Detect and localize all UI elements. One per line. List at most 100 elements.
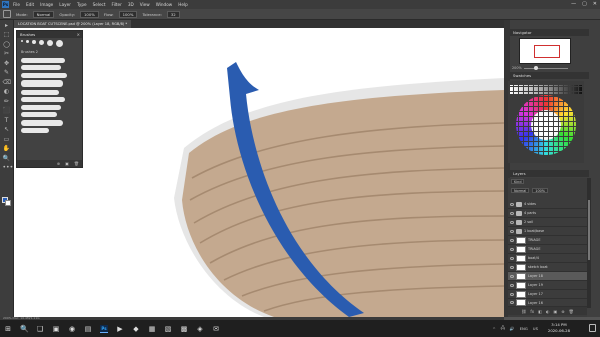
media-icon[interactable]: ▶ bbox=[116, 325, 124, 333]
menu-filter[interactable]: Filter bbox=[111, 2, 121, 7]
network-icon[interactable]: 🖧 bbox=[501, 325, 505, 332]
menu-select[interactable]: Select bbox=[93, 2, 106, 7]
search-icon[interactable]: 🔍 bbox=[20, 325, 29, 333]
menu-type[interactable]: Type bbox=[77, 2, 87, 7]
navigator-zoom[interactable]: 200% bbox=[512, 66, 522, 70]
photoshop-logo-icon[interactable]: Ps bbox=[2, 1, 9, 8]
visibility-eye-icon[interactable] bbox=[510, 247, 514, 251]
brush-stroke-preview[interactable] bbox=[21, 112, 57, 117]
layer-kind-filter[interactable]: Kind bbox=[511, 179, 525, 184]
dodge-tool-icon[interactable]: ◐ bbox=[3, 88, 11, 96]
tool-preset-icon[interactable] bbox=[3, 10, 11, 18]
brush-folder[interactable]: Brushes 2 bbox=[17, 49, 82, 55]
menu-window[interactable]: Window bbox=[156, 2, 173, 7]
background-color-swatch[interactable] bbox=[5, 200, 11, 206]
layer-row[interactable]: Layer 17 bbox=[508, 290, 587, 299]
brush-preset-dot[interactable] bbox=[26, 40, 29, 43]
taskbar-clock[interactable]: 3:14 PM 2020-06-28 bbox=[548, 322, 570, 334]
layer-row[interactable]: Layer 16 bbox=[508, 299, 587, 307]
new-brush-icon[interactable]: ⊕ bbox=[57, 161, 60, 166]
brush-tool-icon[interactable]: ✎ bbox=[3, 69, 11, 77]
visibility-eye-icon[interactable] bbox=[510, 211, 514, 215]
opacity-field[interactable]: 100% bbox=[79, 10, 99, 18]
menu-layer[interactable]: Layer bbox=[59, 2, 71, 7]
navigator-preview[interactable] bbox=[519, 38, 571, 64]
mode-select[interactable]: Normal bbox=[32, 10, 55, 18]
more-tools-icon[interactable]: ••• bbox=[3, 164, 14, 172]
pen-tool-icon[interactable]: ✏ bbox=[3, 98, 11, 106]
lasso-tool-icon[interactable]: ◯ bbox=[3, 41, 11, 49]
brush-stroke-preview[interactable] bbox=[21, 72, 67, 78]
visibility-eye-icon[interactable] bbox=[510, 292, 514, 296]
menu-edit[interactable]: Edit bbox=[26, 2, 34, 7]
app-icon[interactable]: ▤ bbox=[84, 325, 92, 333]
navigator-zoom-slider[interactable] bbox=[524, 67, 568, 69]
tray-overflow-icon[interactable]: ^ bbox=[492, 326, 495, 331]
visibility-eye-icon[interactable] bbox=[510, 283, 514, 287]
healing-tool-icon[interactable]: ✥ bbox=[3, 60, 11, 68]
layer-opacity-field[interactable]: 100% bbox=[532, 188, 548, 193]
new-group-icon[interactable]: ▣ bbox=[65, 161, 69, 166]
menu-3d[interactable]: 3D bbox=[128, 2, 134, 7]
new-layer-icon[interactable]: ⊕ bbox=[561, 309, 564, 314]
shape-tool-icon[interactable]: ▭ bbox=[3, 136, 11, 144]
notification-center-icon[interactable] bbox=[589, 324, 596, 332]
blend-mode-select[interactable]: Normal bbox=[511, 188, 530, 193]
move-tool-icon[interactable]: ▸ bbox=[3, 22, 11, 30]
layer-row[interactable]: TRIAGE bbox=[508, 245, 587, 254]
visibility-eye-icon[interactable] bbox=[510, 238, 514, 242]
layer-row[interactable]: Layer 19 bbox=[508, 281, 587, 290]
minimize-icon[interactable]: — bbox=[571, 1, 576, 7]
document-tab[interactable]: LOCATION BOAT CUTSCENE.psd @ 200% (Layer… bbox=[14, 20, 132, 28]
layer-row[interactable]: TRIAGE bbox=[508, 236, 587, 245]
brush-preset-dot[interactable] bbox=[47, 40, 53, 46]
layer-row[interactable]: sketch boat bbox=[508, 263, 587, 272]
brush-preset-dot[interactable] bbox=[32, 40, 36, 44]
mail-icon[interactable]: ✉ bbox=[212, 325, 220, 333]
close-panel-icon[interactable]: × bbox=[77, 31, 80, 38]
delete-brush-icon[interactable]: 🗑 bbox=[74, 161, 79, 166]
brush-stroke-preview[interactable] bbox=[21, 65, 61, 70]
zoom-tool-icon[interactable]: 🔍 bbox=[3, 155, 11, 163]
brush-preset-dot[interactable] bbox=[21, 40, 23, 42]
brush-stroke-preview[interactable] bbox=[21, 119, 63, 126]
visibility-eye-icon[interactable] bbox=[510, 301, 514, 304]
document-canvas[interactable] bbox=[14, 28, 504, 317]
layer-row[interactable]: boat/4 bbox=[508, 254, 587, 263]
app-icon[interactable]: ◆ bbox=[132, 325, 140, 333]
tolerance-field[interactable]: 32 bbox=[166, 10, 180, 18]
layers-scrollbar-thumb[interactable] bbox=[588, 200, 590, 260]
app-icon[interactable]: ◈ bbox=[196, 325, 204, 333]
brush-stroke-preview[interactable] bbox=[21, 80, 63, 87]
path-select-tool-icon[interactable]: ↖ bbox=[3, 126, 11, 134]
photoshop-taskbar-icon[interactable]: Ps bbox=[100, 324, 108, 333]
flow-field[interactable]: 100% bbox=[118, 10, 138, 18]
link-layers-icon[interactable]: ⛓ bbox=[521, 309, 526, 314]
brush-stroke-preview[interactable] bbox=[21, 97, 65, 102]
visibility-eye-icon[interactable] bbox=[510, 220, 514, 224]
brush-preset-dot[interactable] bbox=[56, 40, 63, 47]
layer-row[interactable]: 2 sail bbox=[508, 218, 587, 227]
browser-icon[interactable]: ◉ bbox=[68, 325, 76, 333]
file-explorer-icon[interactable]: ▣ bbox=[52, 325, 60, 333]
crop-tool-icon[interactable]: ✂ bbox=[3, 50, 11, 58]
language-indicator[interactable]: ENG bbox=[520, 326, 528, 331]
start-icon[interactable]: ⊞ bbox=[4, 325, 12, 333]
eraser-tool-icon[interactable]: ⌫ bbox=[3, 79, 11, 87]
brush-stroke-preview[interactable] bbox=[21, 128, 49, 133]
task-view-icon[interactable]: ❑ bbox=[36, 325, 44, 333]
visibility-eye-icon[interactable] bbox=[510, 274, 514, 278]
brush-stroke-preview[interactable] bbox=[21, 104, 61, 110]
layer-style-icon[interactable]: fx bbox=[530, 309, 534, 314]
keyboard-layout[interactable]: US bbox=[533, 326, 538, 331]
navigator-view-box[interactable] bbox=[534, 45, 560, 58]
brush-preset-dot[interactable] bbox=[39, 40, 44, 45]
layer-row-selected[interactable]: Layer 18 bbox=[508, 272, 587, 281]
maximize-icon[interactable]: ▢ bbox=[582, 1, 587, 7]
close-icon[interactable]: ✕ bbox=[593, 1, 597, 7]
layer-row[interactable]: 4 parts bbox=[508, 209, 587, 218]
visibility-eye-icon[interactable] bbox=[510, 256, 514, 260]
swatches-panel[interactable] bbox=[508, 81, 584, 163]
app-icon[interactable]: ▦ bbox=[148, 325, 156, 333]
visibility-eye-icon[interactable] bbox=[510, 229, 514, 233]
